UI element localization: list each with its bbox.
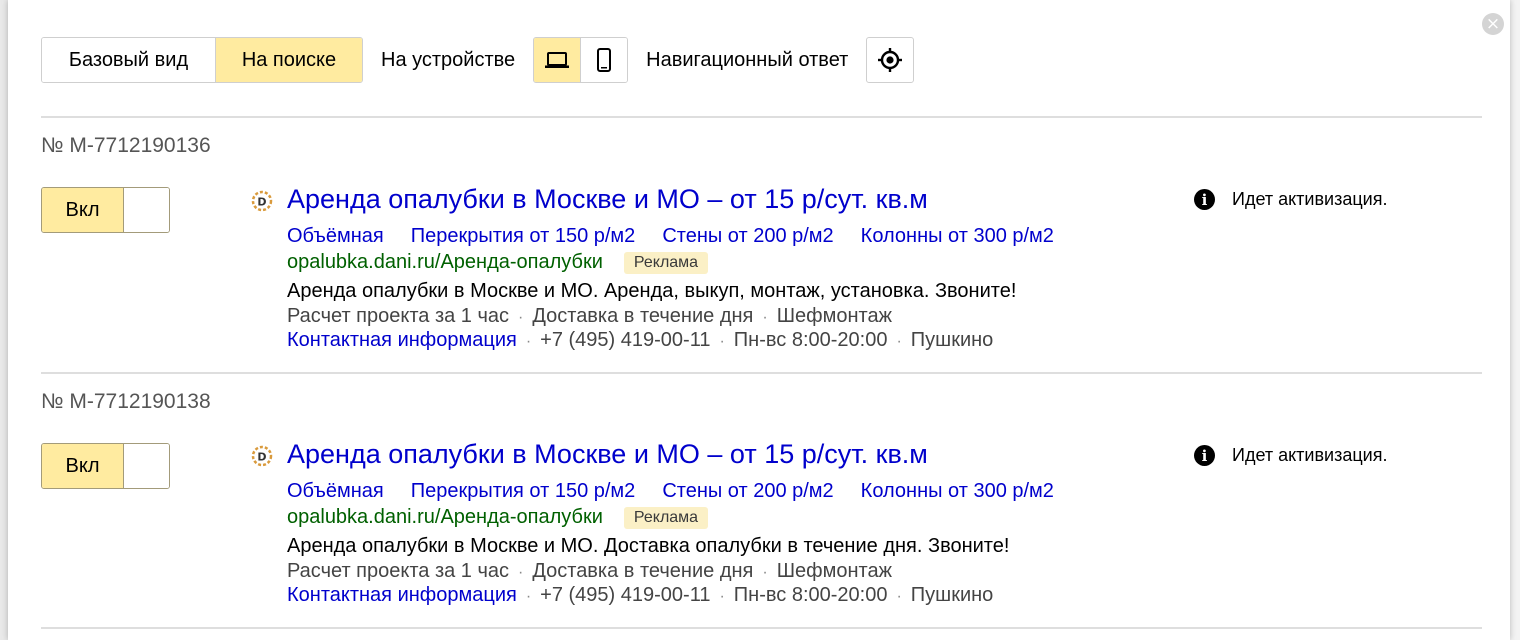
callout: Шефмонтаж (776, 305, 892, 327)
callout: Доставка в течение дня (532, 560, 754, 582)
ad-badge: Реклама (623, 251, 709, 274)
mobile-device-button[interactable] (580, 38, 628, 82)
ad-badge: Реклама (623, 506, 709, 529)
ad-title-link[interactable]: Аренда опалубки в Москве и МО – от 15 р/… (287, 184, 928, 215)
nav-answer-label: Навигационный ответ (646, 48, 849, 71)
contacts-line: Контактная информация · +7 (495) 419-00-11… (287, 329, 993, 352)
info-icon: i (1194, 189, 1215, 210)
separator: · (525, 333, 532, 350)
city: Пушкино (910, 329, 994, 351)
sitelink[interactable]: Объёмная (287, 225, 384, 247)
background-page (1510, 0, 1520, 640)
toggle-knob (124, 188, 169, 232)
callout: Шефмонтаж (776, 560, 892, 582)
separator: · (719, 333, 725, 350)
device-label: На устройстве (381, 48, 516, 71)
favicon-icon: D (251, 445, 273, 467)
svg-text:D: D (257, 451, 266, 464)
separator: · (762, 564, 768, 581)
nav-answer-button[interactable] (866, 37, 915, 83)
hours: Пн-вс 8:00-20:00 (733, 584, 888, 606)
close-icon[interactable]: × (1482, 13, 1504, 35)
separator: · (762, 309, 768, 326)
svg-text:D: D (257, 196, 266, 209)
sitelink[interactable]: Перекрытия от 150 р/м2 (411, 480, 636, 502)
sitelink[interactable]: Перекрытия от 150 р/м2 (411, 225, 636, 247)
device-switch (533, 37, 629, 83)
status: i Идет активизация. (1194, 189, 1387, 210)
ad-description: Аренда опалубки в Москве и МО. Аренда, в… (287, 280, 1017, 302)
toggle-on-label: Вкл (42, 188, 124, 232)
sitelink[interactable]: Стены от 200 р/м2 (662, 225, 833, 247)
phone: +7 (495) 419-00-11 (540, 584, 711, 606)
phone-icon (597, 48, 612, 72)
sitelink[interactable]: Объёмная (287, 480, 384, 502)
callouts: Расчет проекта за 1 час · Доставка в течен… (287, 560, 892, 583)
separator: · (896, 333, 902, 350)
ad-toggle[interactable]: Вкл (41, 443, 170, 489)
toggle-on-label: Вкл (42, 444, 124, 488)
phone: +7 (495) 419-00-11 (540, 329, 711, 351)
status: i Идет активизация. (1194, 445, 1387, 466)
separator: · (518, 564, 524, 581)
callouts: Расчет проекта за 1 час · Доставка в течен… (287, 305, 892, 328)
info-icon: i (1194, 445, 1215, 466)
desktop-device-button[interactable] (534, 38, 581, 82)
search-view-button[interactable]: На поиске (215, 38, 362, 82)
contact-info-link[interactable]: Контактная информация (287, 584, 517, 606)
preview-toolbar: Базовый вид На поиске На устройстве Нави… (41, 37, 915, 83)
callout: Расчет проекта за 1 час (287, 560, 510, 582)
url-line: opalubka.dani.ru/Аренда-опалубки Реклама (287, 251, 709, 274)
sitelink[interactable]: Стены от 200 р/м2 (662, 480, 833, 502)
callout: Доставка в течение дня (532, 305, 754, 327)
view-mode-switch: Базовый вид На поиске (41, 37, 363, 83)
contact-info-link[interactable]: Контактная информация (287, 329, 517, 351)
ad-description: Аренда опалубки в Москве и МО. Доставка … (287, 535, 1010, 557)
sitelinks: Объёмная Перекрытия от 150 р/м2 Стены от 2… (287, 480, 1081, 503)
separator: · (719, 588, 725, 605)
callout: Расчет проекта за 1 час (287, 305, 510, 327)
laptop-icon (545, 52, 570, 68)
ad-toggle[interactable]: Вкл (41, 187, 170, 233)
divider (41, 116, 1482, 118)
separator: · (525, 588, 532, 605)
ad-title-link[interactable]: Аренда опалубки в Москве и МО – от 15 р/… (287, 439, 928, 470)
contacts-line: Контактная информация · +7 (495) 419-00-11… (287, 584, 993, 607)
display-url[interactable]: opalubka.dani.ru/Аренда-опалубки (287, 506, 603, 529)
url-line: opalubka.dani.ru/Аренда-опалубки Реклама (287, 506, 709, 529)
sitelinks: Объёмная Перекрытия от 150 р/м2 Стены от 2… (287, 225, 1081, 248)
sitelink[interactable]: Колонны от 300 р/м2 (861, 225, 1054, 247)
base-view-button[interactable]: Базовый вид (42, 38, 215, 82)
target-icon (878, 48, 903, 72)
favicon-icon: D (251, 190, 273, 212)
separator: · (896, 588, 902, 605)
status-text: Идет активизация. (1232, 445, 1388, 465)
status-text: Идет активизация. (1232, 189, 1388, 209)
display-url[interactable]: opalubka.dani.ru/Аренда-опалубки (287, 251, 603, 274)
sitelink[interactable]: Колонны от 300 р/м2 (861, 480, 1054, 502)
divider (41, 627, 1482, 629)
ad-number: № M-7712190138 (41, 390, 211, 413)
ad-number: № M-7712190136 (41, 134, 211, 157)
toggle-knob (124, 444, 169, 488)
divider (41, 372, 1482, 374)
hours: Пн-вс 8:00-20:00 (733, 329, 888, 351)
separator: · (518, 309, 524, 326)
city: Пушкино (910, 584, 994, 606)
